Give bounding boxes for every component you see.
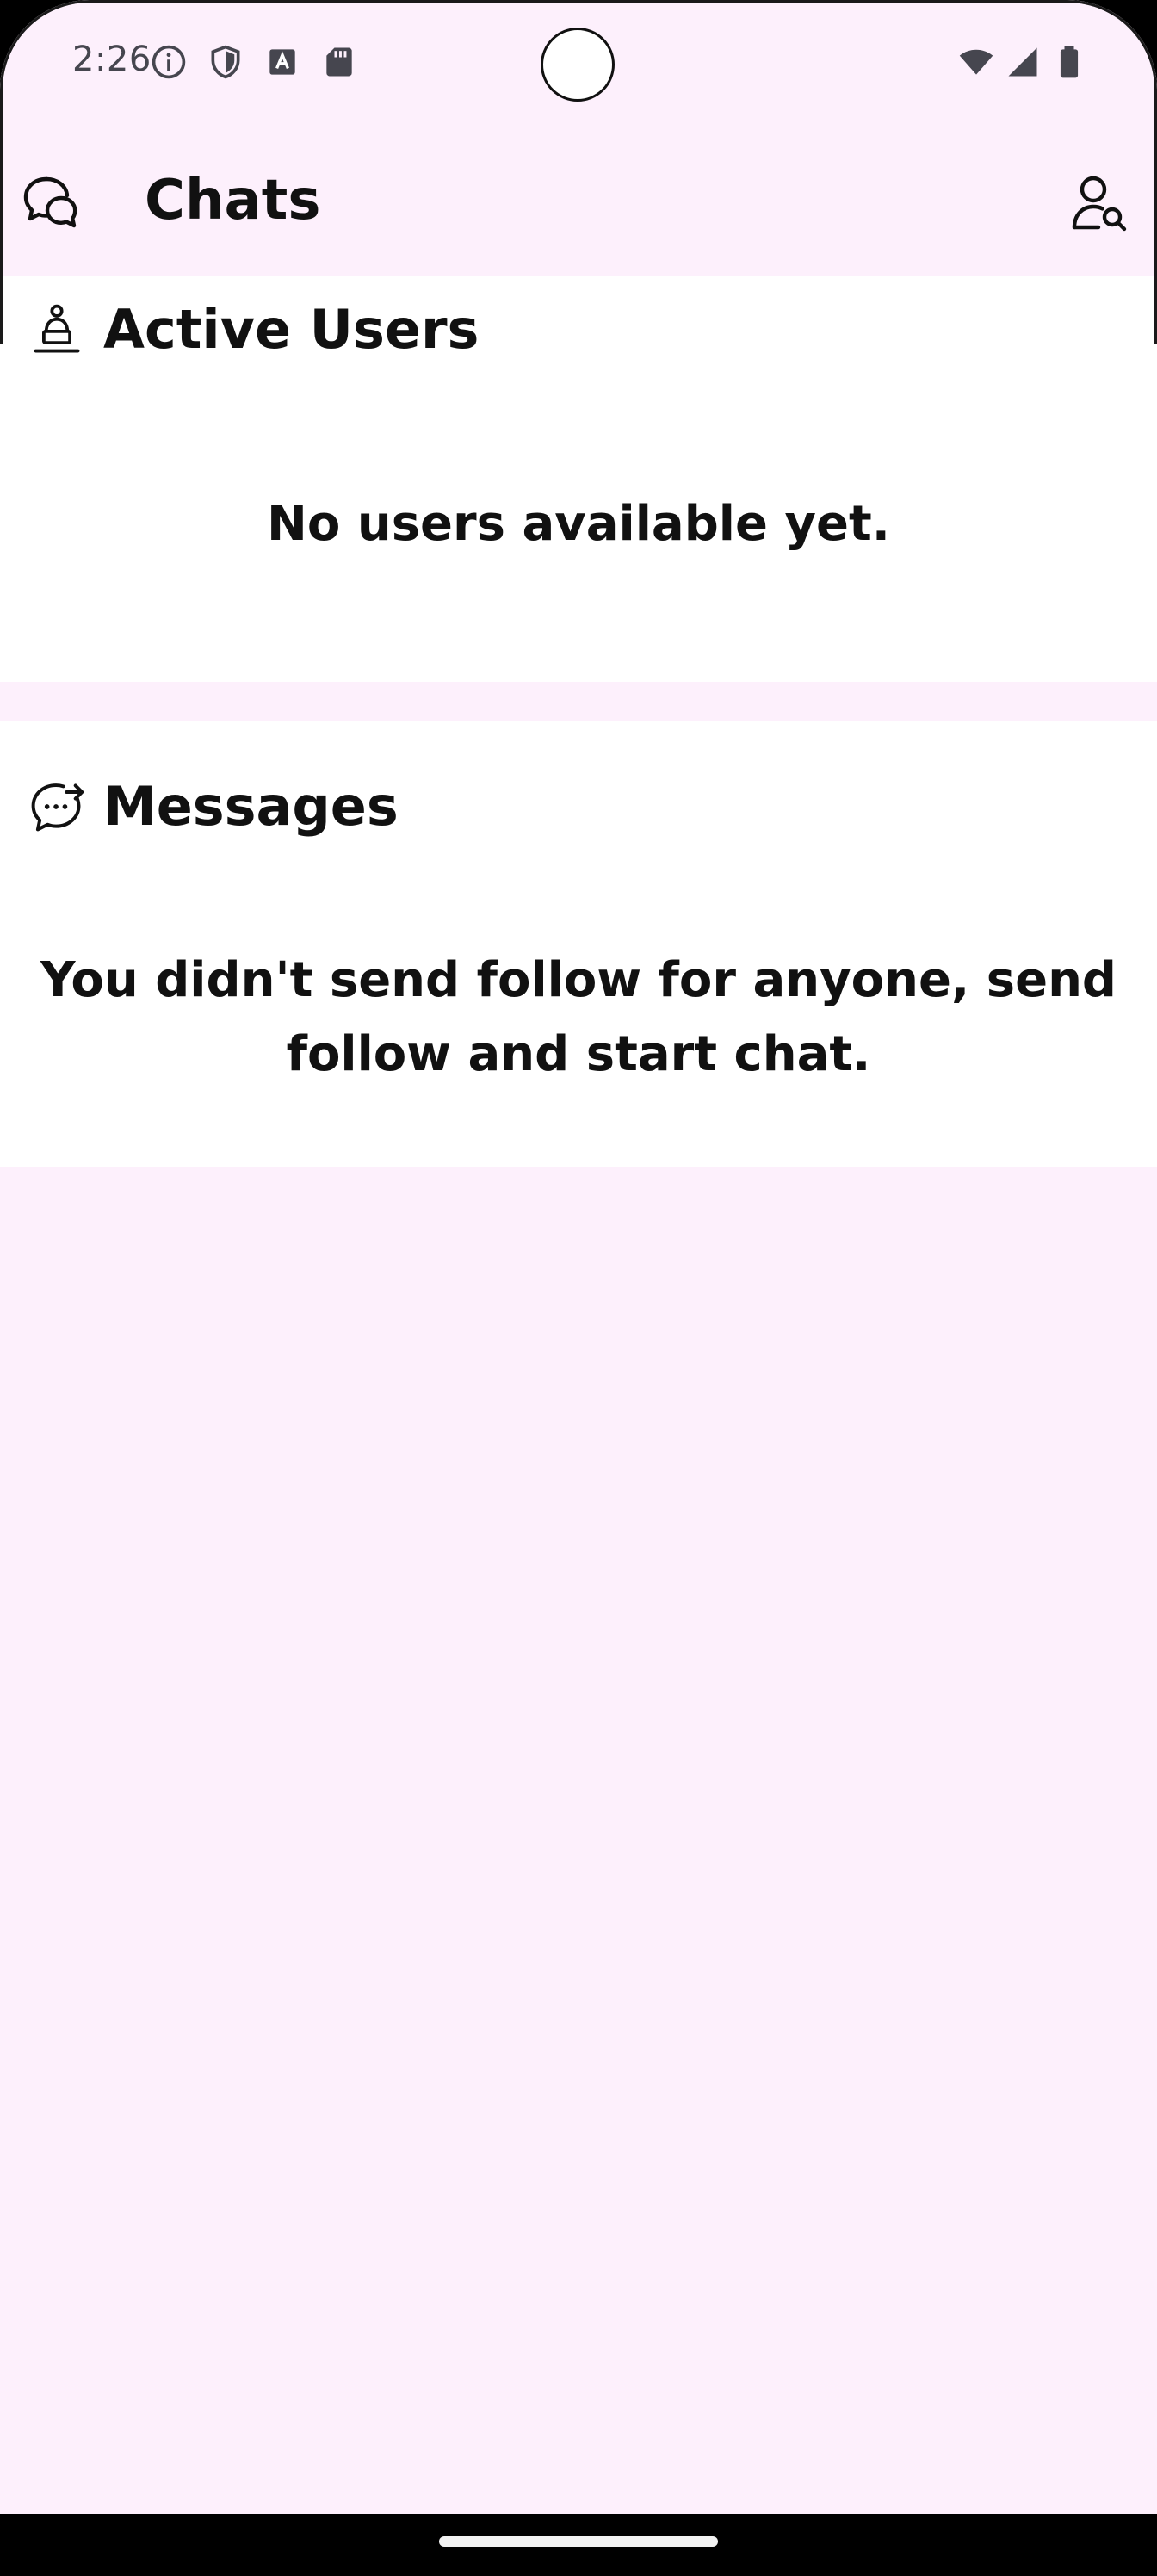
page-title: Chats <box>145 169 321 232</box>
battery-icon <box>1050 43 1088 81</box>
no-messages-message: You didn't send follow for anyone, send … <box>40 952 1117 1082</box>
camera-cutout <box>541 28 615 102</box>
active-users-header: Active Users <box>28 298 479 361</box>
chat-bubbles-icon[interactable] <box>21 172 83 234</box>
shield-icon <box>207 43 244 81</box>
active-users-title: Active Users <box>103 298 480 361</box>
active-users-section: Active Users No users available yet. <box>0 276 1157 682</box>
font-icon <box>263 43 301 81</box>
app-bar: Chats <box>0 129 1157 276</box>
info-icon <box>150 43 188 81</box>
chat-forward-icon <box>31 783 84 831</box>
status-bar: 2:26 <box>0 0 1157 129</box>
user-search-icon[interactable] <box>1067 172 1129 234</box>
status-icons-right <box>957 43 1088 81</box>
user-at-desk-icon <box>34 304 80 352</box>
messages-section: Messages You didn't send follow for anyo… <box>0 721 1157 1167</box>
sd-card-icon <box>320 43 358 81</box>
home-gesture-handle[interactable] <box>439 2536 718 2547</box>
status-time: 2:26 <box>72 40 152 79</box>
navigation-bar <box>0 2514 1157 2576</box>
cell-signal-icon <box>1004 43 1042 81</box>
messages-title: Messages <box>103 775 399 838</box>
status-icons-left <box>150 43 358 81</box>
no-users-message: No users available yet. <box>266 496 890 552</box>
app-screen: 2:26 Chats Active Users No users availab… <box>0 0 1157 2576</box>
messages-header: Messages <box>28 775 399 838</box>
wifi-icon <box>957 43 995 81</box>
